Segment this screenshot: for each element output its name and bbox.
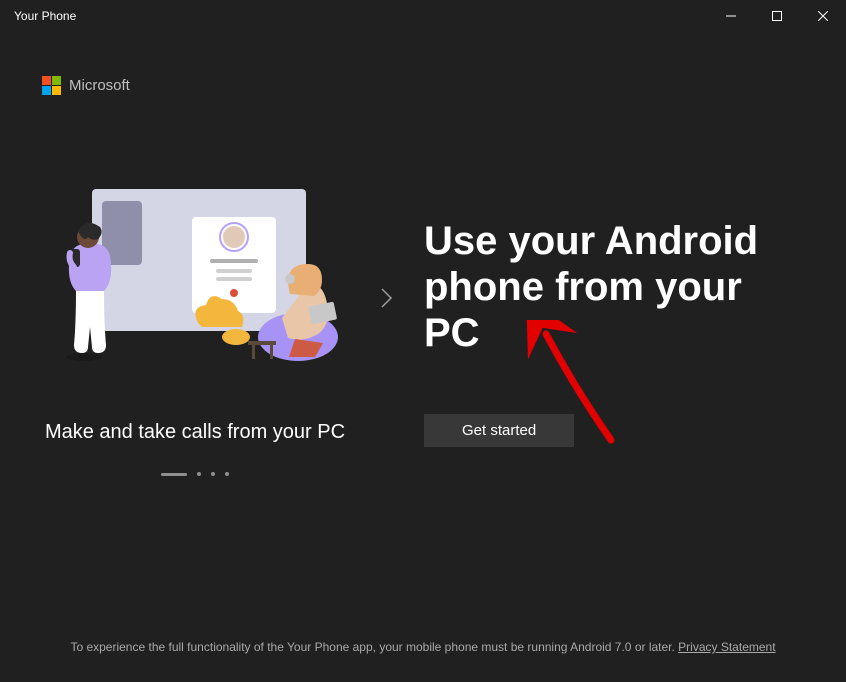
maximize-icon: [772, 11, 782, 21]
title-bar: Your Phone: [0, 0, 846, 32]
app-window: Your Phone Microsoft: [0, 0, 846, 682]
pagination-dot[interactable]: [225, 472, 229, 476]
carousel-pagination: [161, 472, 229, 476]
carousel-illustration: [40, 189, 350, 389]
footer: To experience the full functionality of …: [0, 640, 846, 682]
hero-pane: Use your Android phone from your PC Get …: [424, 218, 806, 447]
microsoft-logo-icon: [42, 76, 61, 95]
carousel-pane: Make and take calls from your PC: [40, 189, 350, 476]
window-controls: [708, 0, 846, 32]
brand-logo: Microsoft: [0, 32, 846, 95]
close-icon: [818, 11, 828, 21]
minimize-button[interactable]: [708, 0, 754, 32]
footer-text: To experience the full functionality of …: [70, 640, 678, 654]
minimize-icon: [726, 11, 736, 21]
pagination-dot[interactable]: [197, 472, 201, 476]
window-title: Your Phone: [14, 9, 76, 23]
maximize-button[interactable]: [754, 0, 800, 32]
get-started-button[interactable]: Get started: [424, 414, 574, 447]
carousel-caption: Make and take calls from your PC: [45, 421, 345, 444]
close-button[interactable]: [800, 0, 846, 32]
carousel-next-button[interactable]: [380, 287, 394, 309]
main-content: Make and take calls from your PC Use you…: [0, 95, 846, 640]
brand-name: Microsoft: [69, 77, 130, 94]
pagination-dot[interactable]: [211, 472, 215, 476]
privacy-statement-link[interactable]: Privacy Statement: [678, 640, 775, 654]
chevron-right-icon: [380, 287, 394, 309]
hero-title: Use your Android phone from your PC: [424, 218, 806, 356]
pagination-dot-active[interactable]: [161, 473, 187, 476]
